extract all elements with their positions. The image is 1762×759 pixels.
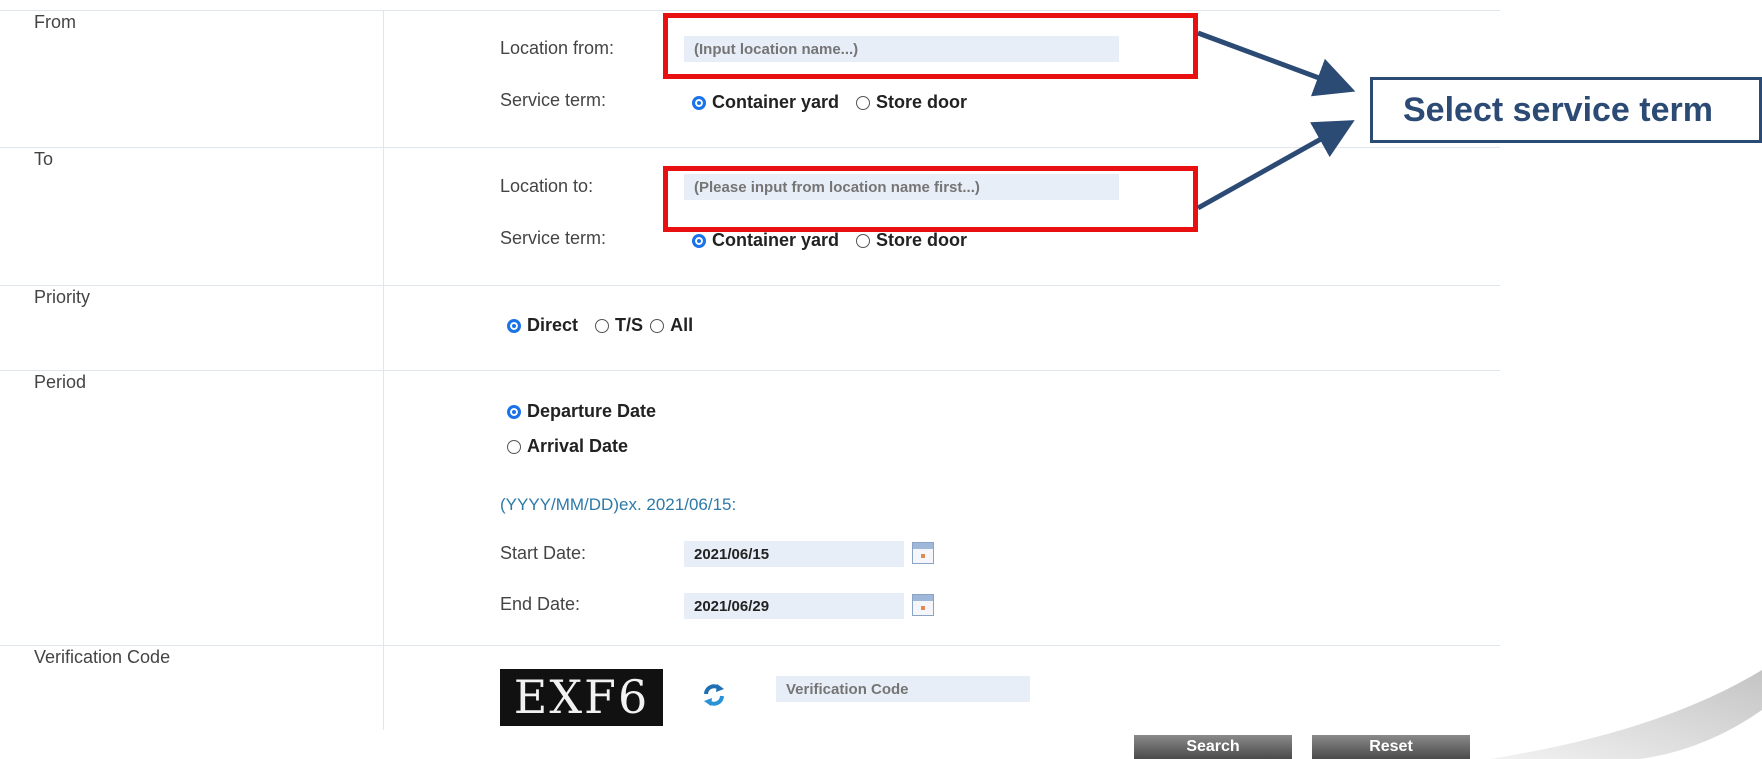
select-service-term-callout: Select service term	[1370, 77, 1762, 143]
arrow-from-to-callout	[1197, 30, 1356, 97]
arrow-to-to-callout	[1196, 120, 1355, 211]
decorative-swoosh	[1490, 670, 1762, 759]
